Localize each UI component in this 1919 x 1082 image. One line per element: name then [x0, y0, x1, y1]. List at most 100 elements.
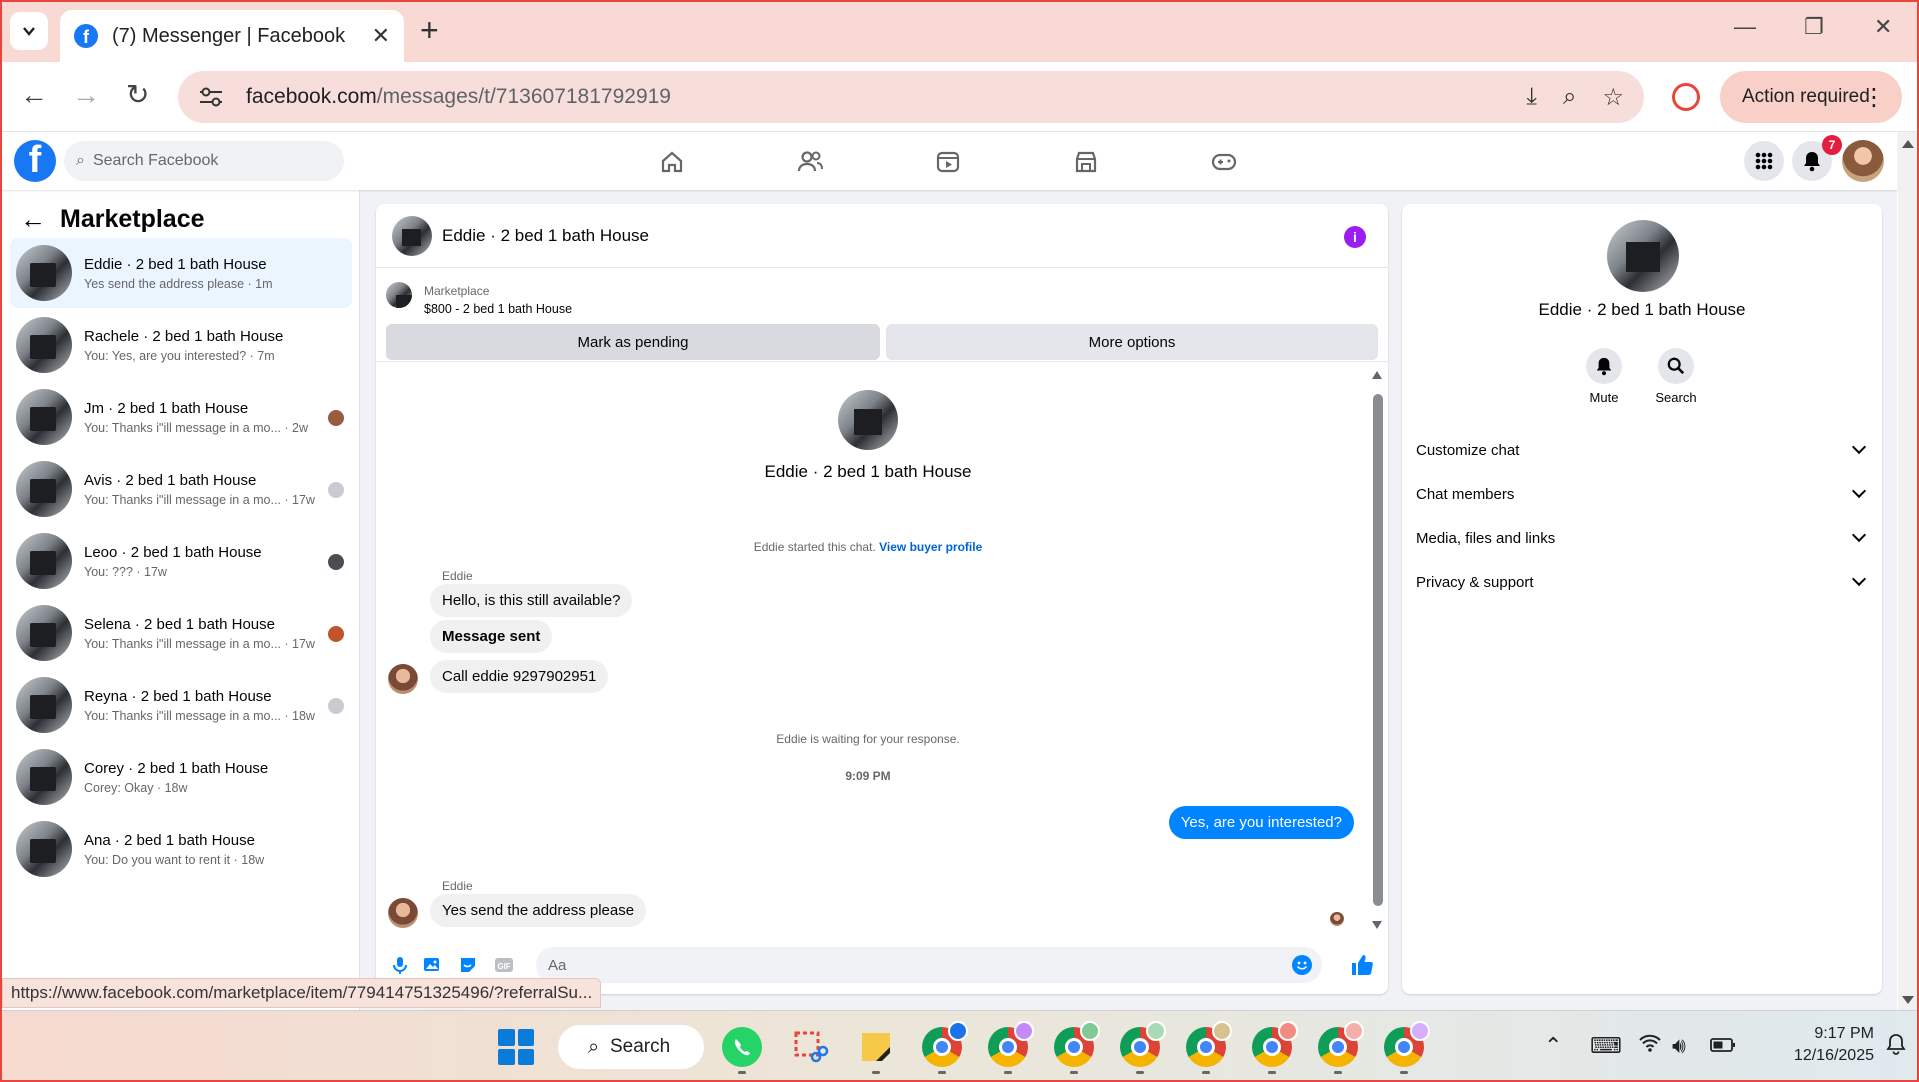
back-arrow-icon[interactable]: ←: [20, 204, 46, 235]
photo-icon[interactable]: [422, 955, 442, 975]
privacy-support-row[interactable]: Privacy & support: [1416, 564, 1872, 600]
search-icon: ⌕: [588, 1035, 600, 1058]
scroll-down-icon[interactable]: [1371, 920, 1383, 930]
windows-start-icon[interactable]: [498, 1029, 534, 1065]
chat-members-row[interactable]: Chat members: [1416, 476, 1872, 512]
view-buyer-profile-link[interactable]: View buyer profile: [879, 540, 982, 554]
taskbar-search[interactable]: ⌕ Search: [558, 1025, 704, 1069]
sender-avatar[interactable]: [388, 898, 418, 928]
keyboard-icon[interactable]: ⌨: [1590, 1033, 1622, 1059]
conversation-item[interactable]: Jm · 2 bed 1 bath House You: Thanks i"ill…: [10, 382, 352, 452]
home-nav-icon[interactable]: [652, 142, 692, 182]
scroll-down-icon[interactable]: [1902, 996, 1914, 1004]
conversation-item[interactable]: Selena · 2 bed 1 bath House You: Thanks i…: [10, 598, 352, 668]
gif-icon[interactable]: GIF: [494, 955, 514, 975]
conversation-item[interactable]: Eddie · 2 bed 1 bath House Yes send the a…: [10, 238, 352, 308]
my-message-bubble[interactable]: Yes, are you interested?: [1168, 806, 1354, 839]
chrome-profile-icon[interactable]: [1054, 1021, 1100, 1067]
message-input[interactable]: Aa: [536, 947, 1322, 983]
notification-bell-icon[interactable]: [1886, 1033, 1906, 1061]
video-nav-icon[interactable]: [928, 142, 968, 182]
media-files-links-row[interactable]: Media, files and links: [1416, 520, 1872, 556]
notification-badge: 7: [1822, 135, 1842, 155]
zoom-icon[interactable]: ⌕: [1563, 83, 1576, 111]
microphone-icon[interactable]: [390, 955, 410, 975]
address-bar[interactable]: facebook.com/messages/t/713607181792919 …: [178, 71, 1644, 123]
chat-avatar[interactable]: [392, 215, 432, 256]
facebook-logo-icon[interactable]: f: [14, 140, 56, 182]
details-avatar[interactable]: [1607, 220, 1679, 292]
chrome-profile-icon[interactable]: [1318, 1021, 1364, 1067]
restore-icon[interactable]: ❐: [1804, 14, 1824, 40]
conversation-item[interactable]: Reyna · 2 bed 1 bath House You: Thanks i"…: [10, 670, 352, 740]
conversation-item[interactable]: Leoo · 2 bed 1 bath House You: ??? · 17w: [10, 526, 352, 596]
item-title[interactable]: $800 - 2 bed 1 bath House: [424, 302, 572, 316]
chat-panel: Eddie · 2 bed 1 bath House i Marketplace…: [376, 204, 1388, 994]
chrome-profile-icon[interactable]: [988, 1021, 1034, 1067]
conversation-item[interactable]: Ana · 2 bed 1 bath House You: Do you want…: [10, 814, 352, 884]
marketplace-nav-icon[interactable]: [1066, 142, 1106, 182]
conversation-item[interactable]: Corey · 2 bed 1 bath House Corey: Okay · …: [10, 742, 352, 812]
chat-title[interactable]: Eddie · 2 bed 1 bath House: [442, 226, 649, 246]
chrome-profile-icon[interactable]: [1252, 1021, 1298, 1067]
thread-scrollbar[interactable]: [1370, 370, 1384, 930]
new-tab-button[interactable]: +: [420, 14, 439, 46]
facebook-search[interactable]: ⌕ Search Facebook: [64, 141, 344, 181]
message-bubble[interactable]: Yes send the address please: [430, 894, 647, 927]
message-bubble[interactable]: Message sent: [430, 620, 553, 653]
wifi-icon[interactable]: [1638, 1033, 1662, 1059]
more-options-button[interactable]: More options: [886, 324, 1378, 360]
chrome-profile-icon[interactable]: [1384, 1021, 1430, 1067]
sender-avatar[interactable]: [388, 664, 418, 694]
mute-button[interactable]: Mute: [1574, 348, 1634, 405]
window-close-icon[interactable]: ✕: [1874, 14, 1892, 40]
list-header: ← Marketplace: [20, 204, 205, 235]
page-scrollbar[interactable]: [1898, 132, 1917, 1010]
gaming-nav-icon[interactable]: [1204, 142, 1244, 182]
volume-icon[interactable]: 🔊︎: [1672, 1033, 1686, 1059]
chrome-icon[interactable]: [922, 1021, 968, 1067]
bookmark-star-icon[interactable]: ☆: [1602, 83, 1624, 112]
snipping-tool-icon[interactable]: [790, 1027, 830, 1067]
scroll-up-icon[interactable]: [1371, 370, 1383, 380]
scroll-up-icon[interactable]: [1902, 140, 1914, 148]
friends-nav-icon[interactable]: [790, 142, 830, 182]
item-thumbnail[interactable]: [386, 282, 412, 308]
whatsapp-icon[interactable]: [722, 1027, 762, 1067]
menu-grid-icon[interactable]: [1744, 141, 1784, 181]
kebab-menu-icon[interactable]: ⋮: [1862, 83, 1886, 112]
account-avatar[interactable]: [1842, 140, 1884, 182]
conversation-avatar: [16, 461, 72, 517]
sticky-notes-icon[interactable]: [856, 1027, 896, 1067]
site-info-icon[interactable]: [198, 86, 224, 108]
minimize-icon[interactable]: —: [1734, 14, 1756, 40]
marketplace-item-bar: Marketplace $800 - 2 bed 1 bath House Ma…: [376, 268, 1388, 362]
install-app-icon[interactable]: ⤓: [1526, 83, 1537, 111]
search-in-chat-button[interactable]: Search: [1646, 348, 1706, 405]
profile-icon[interactable]: [1672, 83, 1700, 111]
thumbs-up-icon[interactable]: [1350, 953, 1374, 977]
tab-search-button[interactable]: [10, 12, 48, 50]
thread-profile-avatar[interactable]: [838, 390, 898, 450]
message-bubble[interactable]: Hello, is this still available?: [430, 584, 633, 617]
message-bubble[interactable]: Call eddie 9297902951: [430, 660, 609, 693]
action-required-button[interactable]: Action required ⋮: [1720, 71, 1902, 123]
system-clock[interactable]: 9:17 PM 12/16/2025: [1760, 1023, 1874, 1067]
battery-icon[interactable]: [1710, 1033, 1736, 1059]
search-icon: ⌕: [76, 152, 85, 169]
chevron-up-icon[interactable]: ⌃: [1544, 1033, 1562, 1059]
info-icon[interactable]: i: [1344, 226, 1366, 248]
forward-button[interactable]: →: [72, 80, 100, 110]
emoji-icon[interactable]: [1292, 955, 1312, 975]
conversation-item[interactable]: Rachele · 2 bed 1 bath House You: Yes, ar…: [10, 310, 352, 380]
sticker-icon[interactable]: [458, 955, 478, 975]
back-button[interactable]: ←: [20, 80, 48, 110]
conversation-item[interactable]: Avis · 2 bed 1 bath House You: Thanks i"i…: [10, 454, 352, 524]
chrome-profile-icon[interactable]: [1120, 1021, 1166, 1067]
tab-close-icon[interactable]: ✕: [372, 23, 390, 49]
reload-button[interactable]: ↻: [126, 80, 149, 110]
chrome-profile-icon[interactable]: [1186, 1021, 1232, 1067]
mark-as-pending-button[interactable]: Mark as pending: [386, 324, 880, 360]
customize-chat-row[interactable]: Customize chat: [1416, 432, 1872, 468]
browser-tab-messenger[interactable]: f (7) Messenger | Facebook ✕: [60, 10, 404, 62]
